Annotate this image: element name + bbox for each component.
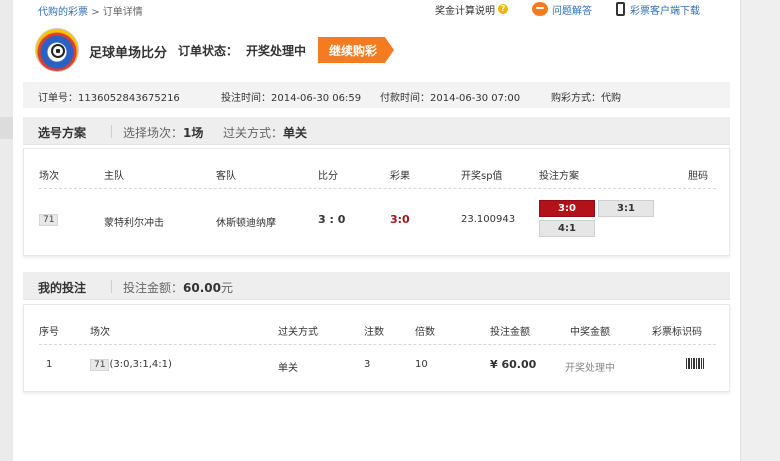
sp-value-cell: 23.100943 <box>461 214 516 225</box>
match-number-badge: 71 <box>90 359 110 371</box>
right-sidebar-strip <box>740 0 780 461</box>
bet-amount-value: 60.00 <box>183 281 221 295</box>
bets-section-header: 我的投注 投注金额：60.00元 <box>23 272 730 300</box>
col-header-home: 主队 <box>104 171 124 182</box>
pass-mode: 过关方式：单关 <box>223 124 307 141</box>
breadcrumb: 代购的彩票 > 订单详情 <box>38 3 143 18</box>
result-cell: 3:0 <box>390 213 410 226</box>
col-header-match: 场次 <box>39 171 59 182</box>
order-info-bar: 订单号：1136052843675216 投注时间：2014-06-30 06:… <box>23 82 730 108</box>
match-number-cell: 71 <box>39 214 59 226</box>
col-header-multiple: 倍数 <box>415 327 435 338</box>
away-team-cell: 休斯顿迪纳摩 <box>216 218 276 229</box>
bet-index-cell: 1 <box>46 359 53 370</box>
client-download-label: 彩票客户端下载 <box>630 5 700 17</box>
header-separator <box>111 125 112 138</box>
matches-count: 选择场次：1场 <box>123 124 203 141</box>
final-score-cell: 3 : 0 <box>318 213 346 226</box>
bet-option-3-0: 3:0 <box>539 200 595 217</box>
col-header-index: 序号 <box>39 327 59 338</box>
col-header-away: 客队 <box>216 171 236 182</box>
col-header-score: 比分 <box>318 171 338 182</box>
football-logo-icon <box>35 28 79 72</box>
col-header-match: 场次 <box>90 327 110 338</box>
col-header-pass: 过关方式 <box>278 327 318 338</box>
pass-value: 单关 <box>283 126 308 140</box>
home-team-cell: 蒙特利尔冲击 <box>104 218 164 229</box>
faq-label: 问题解答 <box>552 5 592 17</box>
bet-pass-cell: 单关 <box>278 363 298 374</box>
pass-label: 过关方式： <box>223 126 284 140</box>
matches-value: 1场 <box>183 126 204 140</box>
prize-calc-label: 奖金计算说明 <box>435 5 495 17</box>
lottery-type-title: 足球单场比分 <box>89 46 168 61</box>
faq-link[interactable]: 问题解答 <box>532 2 592 17</box>
phone-icon <box>616 2 625 16</box>
bet-match-detail: (3:0,3:1,4:1) <box>109 359 172 370</box>
selection-title: 选号方案 <box>38 126 87 140</box>
prize-calc-link[interactable]: 奖金计算说明 ? <box>435 2 508 17</box>
col-header-amount: 投注金额 <box>490 327 530 338</box>
ticket-id-cell[interactable] <box>686 358 704 372</box>
selection-section-header: 选号方案 选择场次：1场 过关方式：单关 <box>23 117 730 145</box>
header-separator <box>111 280 112 293</box>
order-status-value: 开奖处理中 <box>246 44 307 58</box>
continue-buying-button[interactable]: 继续购彩 <box>318 37 394 63</box>
col-header-ticket-id: 彩票标识码 <box>652 327 702 338</box>
selection-table: 场次 主队 客队 比分 彩果 开奖sp值 投注方案 胆码 71 蒙特利尔冲击 休… <box>23 148 730 256</box>
bet-time: 投注时间：2014-06-30 06:59 <box>221 93 362 104</box>
pay-time: 付款时间：2014-06-30 07:00 <box>380 93 521 104</box>
left-sidebar-strip <box>0 0 13 461</box>
col-header-sp: 开奖sp值 <box>461 171 503 182</box>
order-number: 订单号：1136052843675216 <box>38 93 180 104</box>
question-icon: ? <box>498 4 508 14</box>
table-divider <box>39 344 716 345</box>
client-download-link[interactable]: 彩票客户端下载 <box>616 2 700 17</box>
col-header-result: 彩果 <box>390 171 410 182</box>
top-links: 奖金计算说明 ? 问题解答 彩票客户端下载 <box>411 0 700 18</box>
breadcrumb-current: 订单详情 <box>102 7 143 18</box>
bet-count-cell: 3 <box>364 359 371 370</box>
bet-amount-unit: 元 <box>220 281 233 295</box>
order-detail-page: 代购的彩票 > 订单详情 奖金计算说明 ? 问题解答 彩票客户端下载 足球单场比… <box>13 0 740 461</box>
order-header: 足球单场比分 订单状态： 开奖处理中 继续购彩 <box>35 28 735 72</box>
matches-label: 选择场次： <box>123 126 184 140</box>
bets-table: 序号 场次 过关方式 注数 倍数 投注金额 中奖金额 彩票标识码 1 71 (3:… <box>23 304 730 392</box>
order-status-label: 订单状态： <box>178 44 239 58</box>
col-header-count: 注数 <box>364 327 384 338</box>
match-number-badge: 71 <box>39 214 59 226</box>
col-header-banker: 胆码 <box>688 171 708 182</box>
bet-option-3-1: 3:1 <box>598 200 654 217</box>
buy-mode: 购彩方式：代购 <box>551 93 621 104</box>
chat-bubble-icon <box>532 2 548 16</box>
breadcrumb-parent-link[interactable]: 代购的彩票 <box>38 7 88 18</box>
bet-amount-cell: ¥ 60.00 <box>490 358 537 371</box>
bet-multiple-cell: 10 <box>415 359 428 370</box>
bet-prize-cell: 开奖处理中 <box>565 363 615 374</box>
left-tab[interactable] <box>0 117 13 139</box>
col-header-plan: 投注方案 <box>539 171 579 182</box>
top-bar: 代购的彩票 > 订单详情 奖金计算说明 ? 问题解答 彩票客户端下载 <box>13 0 740 20</box>
col-header-prize: 中奖金额 <box>570 327 610 338</box>
bets-title: 我的投注 <box>38 281 87 295</box>
table-divider <box>39 188 716 189</box>
bet-amount-summary: 投注金额：60.00元 <box>123 279 233 296</box>
bet-amount-label: 投注金额： <box>123 281 184 295</box>
barcode-icon[interactable] <box>686 358 704 369</box>
bet-match-cell: 71 (3:0,3:1,4:1) <box>90 359 172 371</box>
breadcrumb-separator: > <box>91 7 100 18</box>
bet-option-4-1: 4:1 <box>539 220 595 237</box>
